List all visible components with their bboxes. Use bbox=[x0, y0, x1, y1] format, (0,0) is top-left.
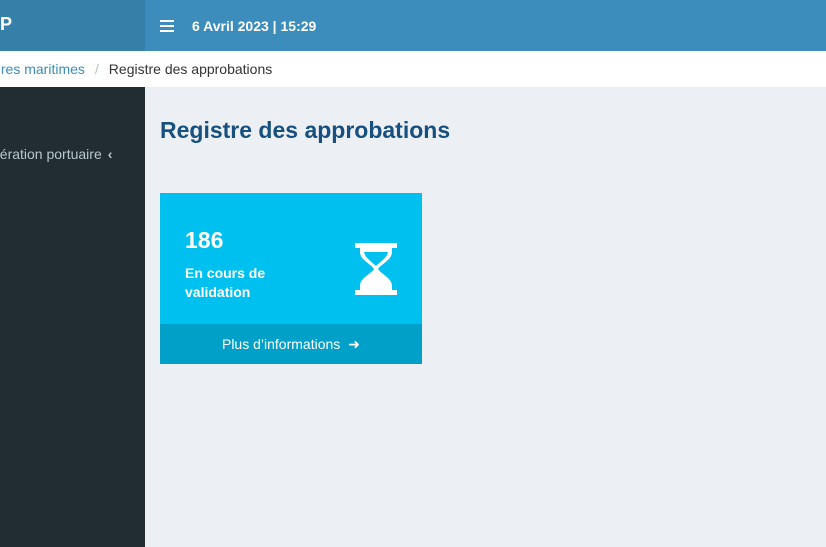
current-datetime: 6 Avril 2023 | 15:29 bbox=[192, 17, 317, 34]
more-info-link[interactable]: Plus d’informations ➜ bbox=[160, 324, 422, 364]
pending-count: 186 bbox=[185, 227, 224, 253]
sidebar-item-label: pération portuaire bbox=[0, 146, 102, 162]
page-title: Registre des approbations bbox=[160, 117, 451, 143]
top-navbar: 6 Avril 2023 | 15:29 bbox=[145, 0, 826, 51]
main-content: Registre des approbations 186 En cours d… bbox=[145, 87, 826, 547]
pending-validation-box: 186 En cours de validation Plus d’inform… bbox=[160, 193, 422, 364]
arrow-right-icon: ➜ bbox=[348, 335, 360, 352]
breadcrumb-separator: / bbox=[94, 61, 99, 77]
sidebar: pération portuaire ‹ bbox=[0, 87, 145, 547]
breadcrumb-current: Registre des approbations bbox=[108, 61, 273, 77]
sidebar-item-operation-portuaire[interactable]: pération portuaire ‹ bbox=[0, 143, 145, 165]
chevron-left-icon: ‹ bbox=[107, 146, 113, 162]
hourglass-icon bbox=[355, 243, 397, 295]
logo-fragment: P bbox=[0, 14, 13, 34]
logo-area[interactable]: P bbox=[0, 0, 145, 51]
pending-description: En cours de validation bbox=[185, 265, 266, 300]
more-info-label: Plus d’informations bbox=[221, 336, 341, 352]
breadcrumb: aires maritimes / Registre des approbati… bbox=[0, 51, 826, 87]
breadcrumb-parent-link[interactable]: aires maritimes bbox=[0, 61, 85, 77]
hamburger-menu-icon[interactable] bbox=[160, 19, 174, 32]
